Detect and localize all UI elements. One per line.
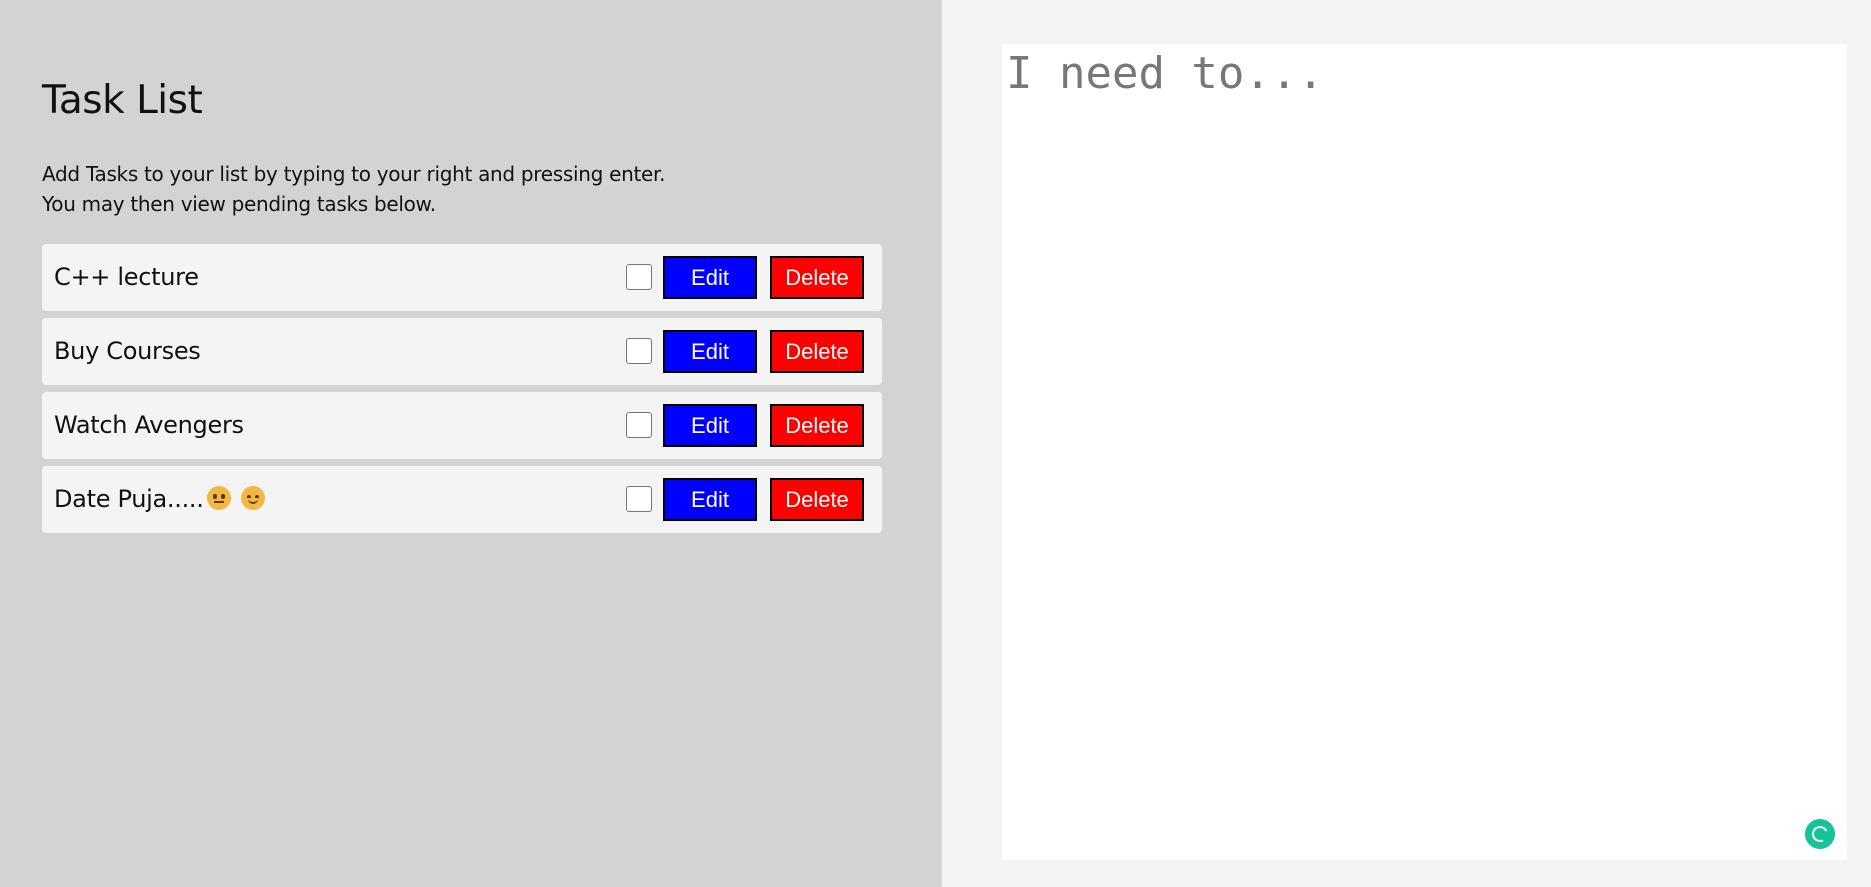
task-item: Watch Avengers Edit Delete: [42, 392, 882, 459]
delete-button[interactable]: Delete: [770, 478, 864, 521]
instructions-line-1: Add Tasks to your list by typing to your…: [42, 162, 666, 186]
page-title: Task List: [42, 78, 203, 123]
task-item: Date Puja..... Edit Delete: [42, 466, 882, 533]
task-label: Buy Courses: [54, 337, 201, 365]
task-label: C++ lecture: [54, 263, 199, 291]
smiling-face-icon: [240, 486, 265, 510]
delete-button[interactable]: Delete: [770, 404, 864, 447]
task-panel: Task List Add Tasks to your list by typi…: [0, 0, 942, 887]
task-list: C++ lecture Edit Delete Buy Courses Edit…: [42, 244, 882, 540]
edit-button[interactable]: Edit: [663, 478, 757, 521]
task-item: C++ lecture Edit Delete: [42, 244, 882, 311]
task-checkbox[interactable]: [626, 338, 652, 364]
instructions-line-2: You may then view pending tasks below.: [42, 192, 436, 216]
grammar-assistant-icon[interactable]: [1805, 819, 1835, 849]
task-checkbox[interactable]: [626, 486, 652, 512]
instructions: Add Tasks to your list by typing to your…: [42, 159, 665, 219]
neutral-face-icon: [206, 486, 231, 510]
task-checkbox[interactable]: [626, 412, 652, 438]
edit-button[interactable]: Edit: [663, 404, 757, 447]
task-label: Date Puja.....: [54, 485, 204, 513]
delete-button[interactable]: Delete: [770, 256, 864, 299]
edit-button[interactable]: Edit: [663, 256, 757, 299]
task-label-wrapper: Date Puja.....: [54, 466, 265, 533]
task-checkbox[interactable]: [626, 264, 652, 290]
task-input[interactable]: [1002, 44, 1847, 860]
task-label: Watch Avengers: [54, 411, 244, 439]
edit-button[interactable]: Edit: [663, 330, 757, 373]
delete-button[interactable]: Delete: [770, 330, 864, 373]
task-item: Buy Courses Edit Delete: [42, 318, 882, 385]
